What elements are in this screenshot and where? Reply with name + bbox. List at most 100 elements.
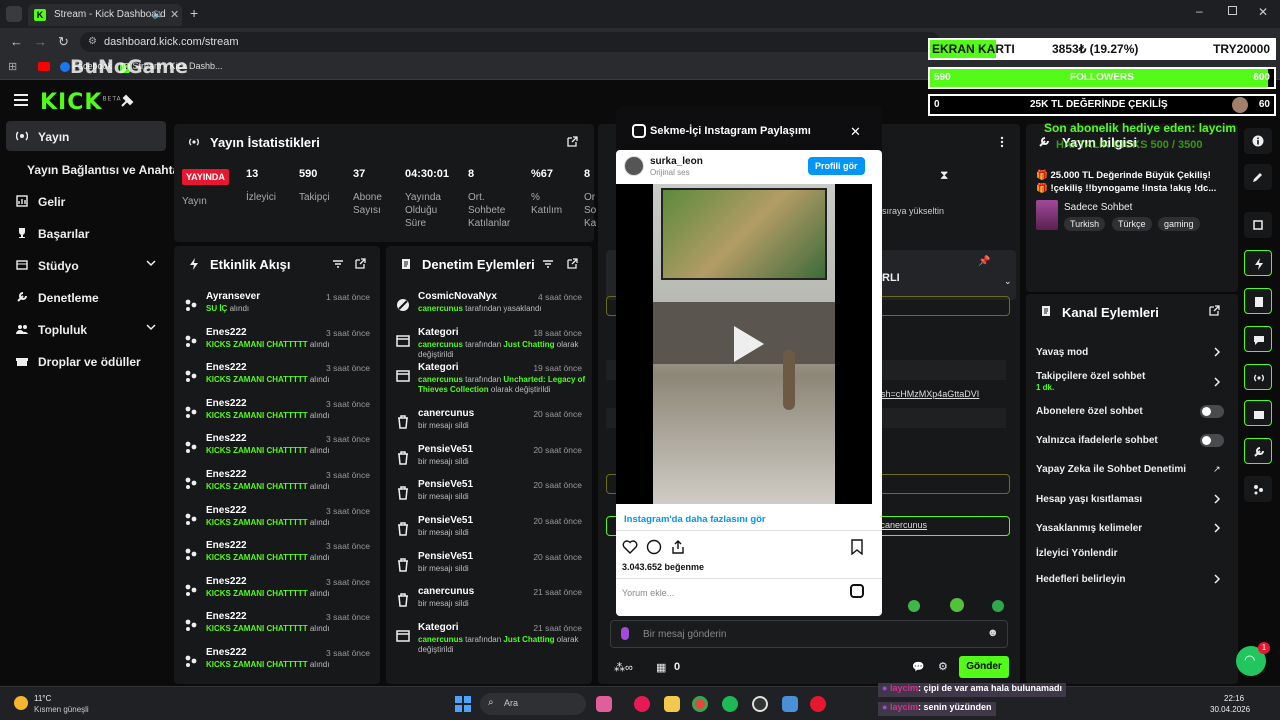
- chevron-right-icon[interactable]: [1213, 377, 1221, 387]
- action-ai-moderation[interactable]: Yapay Zeka ile Sohbet Denetimi: [1036, 464, 1186, 475]
- sidebar-item-yayin[interactable]: Yayın: [6, 121, 166, 151]
- emoji-icon[interactable]: ☻: [987, 627, 999, 639]
- tab-close-icon[interactable]: ✕: [170, 8, 179, 21]
- moderation-item[interactable]: canercunus 21 saat önce bir mesajı sildi: [386, 583, 592, 619]
- settings-icon[interactable]: ⚙: [938, 660, 948, 673]
- community-icon[interactable]: ⁂∞: [614, 661, 633, 674]
- category-name[interactable]: Sadece Sohbet: [1064, 202, 1132, 213]
- flowers-app-icon[interactable]: [596, 696, 612, 712]
- chevron-right-icon[interactable]: [1213, 523, 1221, 533]
- store-button[interactable]: [1244, 400, 1272, 426]
- tag-chip[interactable]: gaming: [1158, 217, 1200, 231]
- browser-tab[interactable]: K Stream - Kick Dashboard 🔈 ✕: [28, 4, 182, 26]
- url-field[interactable]: ⚙ dashboard.kick.com/stream: [80, 32, 940, 52]
- chat-link-1[interactable]: igsh=cHMzMXp4aGttaDVI: [874, 389, 979, 399]
- activity-item[interactable]: Enes222 3 saat önce KICKS ZAMANI CHATTTTT …: [174, 430, 380, 466]
- chevron-down-icon[interactable]: ⌄: [1004, 276, 1012, 287]
- start-icon[interactable]: [455, 696, 471, 712]
- activity-item[interactable]: Enes222 3 saat önce KICKS ZAMANI CHATTTTT …: [174, 573, 380, 609]
- kick-logo[interactable]: KICKBETA: [40, 90, 122, 115]
- sidebar-item-topluluk[interactable]: Topluluk: [6, 314, 166, 344]
- emote-icon[interactable]: [950, 598, 964, 612]
- new-tab-icon[interactable]: +: [190, 5, 198, 21]
- moderation-item[interactable]: PensieVe51 20 saat önce bir mesajı sildi: [386, 512, 592, 548]
- tab-search-button[interactable]: [6, 6, 22, 22]
- chevron-right-icon[interactable]: [1213, 574, 1221, 584]
- sidebar-item-basarilar[interactable]: Başarılar: [6, 218, 166, 248]
- weather-icon[interactable]: [14, 696, 28, 710]
- play-icon[interactable]: [724, 322, 768, 366]
- microphone-icon[interactable]: [621, 627, 629, 640]
- activity-item[interactable]: Enes222 3 saat önce KICKS ZAMANI CHATTTTT …: [174, 644, 380, 680]
- wrench-button[interactable]: [1244, 438, 1272, 464]
- see-more-link[interactable]: Instagram'da daha fazlasını gör: [624, 514, 766, 525]
- store-icon[interactable]: ▦: [656, 661, 666, 674]
- spotify-icon[interactable]: [722, 696, 738, 712]
- crop-button[interactable]: [1244, 212, 1272, 238]
- share-icon[interactable]: [670, 539, 686, 555]
- forward-icon[interactable]: →: [34, 34, 47, 49]
- info-button[interactable]: [1244, 128, 1272, 154]
- chrome-icon[interactable]: [692, 696, 708, 712]
- action-goals[interactable]: Hedefleri belirleyin: [1036, 574, 1125, 585]
- community-button[interactable]: [1244, 476, 1272, 502]
- activity-item[interactable]: Enes222 3 saat önce KICKS ZAMANI CHATTTTT …: [174, 608, 380, 644]
- lightning-button[interactable]: [1244, 250, 1272, 276]
- minimize-icon[interactable]: –: [1196, 4, 1203, 18]
- pin-icon[interactable]: 📌: [978, 256, 990, 267]
- clock-time[interactable]: 22:16: [1224, 694, 1244, 703]
- moderation-item[interactable]: Kategori 19 saat önce canercunus tarafında…: [386, 359, 592, 405]
- chat-input[interactable]: Bir mesaj gönderin ☻: [610, 620, 1008, 648]
- external-link-icon[interactable]: ↗: [1213, 464, 1221, 475]
- view-profile-button[interactable]: Profili gör: [808, 157, 865, 175]
- chevron-right-icon[interactable]: [1213, 347, 1221, 357]
- chevron-right-icon[interactable]: [1213, 494, 1221, 504]
- file-explorer-icon[interactable]: [664, 696, 680, 712]
- activity-item[interactable]: Enes222 3 saat önce KICKS ZAMANI CHATTTTT …: [174, 395, 380, 431]
- activity-item[interactable]: Enes222 3 saat önce KICKS ZAMANI CHATTTTT …: [174, 466, 380, 502]
- back-icon[interactable]: ←: [10, 34, 23, 49]
- instagram-logo-icon[interactable]: [850, 584, 864, 598]
- sidebar-item-stream-key[interactable]: Yayın Bağlantısı ve Anahtarı: [6, 154, 187, 184]
- activity-item[interactable]: Enes222 3 saat önce KICKS ZAMANI CHATTTTT …: [174, 359, 380, 395]
- subscribers-only-toggle[interactable]: [1200, 405, 1224, 418]
- sidebar-item-droplar[interactable]: Droplar ve ödüller: [6, 346, 166, 376]
- tag-chip[interactable]: Turkish: [1064, 217, 1106, 231]
- more-options-icon[interactable]: [996, 136, 1008, 148]
- obs-icon[interactable]: [752, 696, 768, 712]
- moderation-item[interactable]: PensieVe51 20 saat önce bir mesajı sildi: [386, 548, 592, 584]
- emote-icon[interactable]: [992, 600, 1004, 612]
- close-window-icon[interactable]: ✕: [1258, 5, 1268, 19]
- moderation-item[interactable]: canercunus 20 saat önce bir mesajı sildi: [386, 405, 592, 441]
- reload-icon[interactable]: ↻: [58, 34, 69, 50]
- apps-icon[interactable]: ⊞: [8, 60, 17, 73]
- action-followers-only[interactable]: Takipçilere özel sohbet: [1036, 371, 1145, 382]
- sidebar-item-gelir[interactable]: Gelir: [6, 186, 166, 216]
- heart-icon[interactable]: [622, 540, 638, 554]
- media-app-icon[interactable]: [634, 696, 650, 712]
- taskbar-search[interactable]: ⌕ Ara: [480, 693, 586, 715]
- activity-item[interactable]: Enes222 3 saat önce KICKS ZAMANI CHATTTTT …: [174, 324, 380, 360]
- activity-item[interactable]: Enes222 3 saat önce KICKS ZAMANI CHATTTTT …: [174, 537, 380, 573]
- hammer-icon[interactable]: [120, 94, 134, 108]
- youtube-bookmark-icon[interactable]: [38, 62, 50, 71]
- moderation-item[interactable]: Kategori 18 saat önce canercunus tarafında…: [386, 324, 592, 360]
- clock-date[interactable]: 30.04.2026: [1210, 705, 1250, 714]
- chat-button[interactable]: [1244, 326, 1272, 352]
- emote-only-toggle[interactable]: [1200, 434, 1224, 447]
- popout-icon[interactable]: [566, 258, 578, 270]
- moderation-item[interactable]: Kategori 21 saat önce canercunus tarafında…: [386, 619, 592, 655]
- action-banned-words[interactable]: Yasaklanmış kelimeler: [1036, 523, 1142, 534]
- edit-button[interactable]: [1244, 164, 1272, 190]
- menu-icon[interactable]: [14, 94, 28, 106]
- site-info-icon[interactable]: ⚙: [88, 36, 97, 47]
- chat-bubble-icon[interactable]: 💬: [912, 662, 924, 673]
- popout-icon[interactable]: [354, 258, 366, 270]
- close-icon[interactable]: ✕: [850, 124, 861, 140]
- activity-item[interactable]: Enes222 3 saat önce KICKS ZAMANI CHATTTTT …: [174, 502, 380, 538]
- action-raid[interactable]: İzleyici Yönlendir: [1036, 548, 1118, 559]
- emote-icon[interactable]: [908, 600, 920, 612]
- sidebar-item-denetleme[interactable]: Denetleme: [6, 282, 166, 312]
- bookmark-icon[interactable]: [850, 539, 864, 555]
- filter-icon[interactable]: [542, 258, 554, 270]
